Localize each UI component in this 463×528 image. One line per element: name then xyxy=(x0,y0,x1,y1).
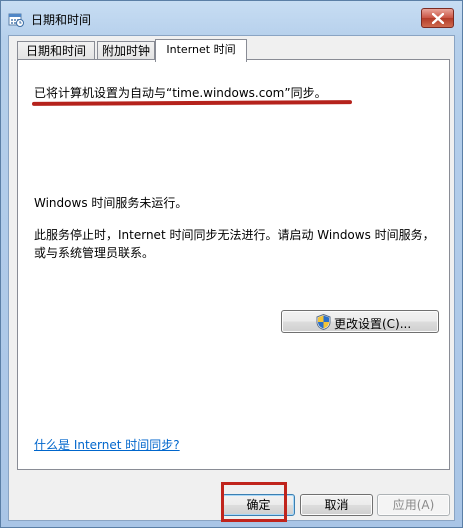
tab-additional-clocks[interactable]: 附加时钟 xyxy=(97,41,155,60)
clock-calendar-icon xyxy=(8,11,24,27)
red-underline-annotation xyxy=(31,100,353,106)
service-status-text: Windows 时间服务未运行。 xyxy=(34,196,188,210)
cancel-button[interactable]: 取消 xyxy=(300,494,373,516)
tab-internet-time[interactable]: Internet 时间 xyxy=(155,39,247,62)
change-settings-button[interactable]: 更改设置(C)... xyxy=(281,310,439,333)
internet-time-help-link[interactable]: 什么是 Internet 时间同步? xyxy=(34,436,180,453)
title-bar[interactable]: 日期和时间 xyxy=(1,1,462,35)
service-note-line-1: 此服务停止时，Internet 时间同步无法进行。请启动 Windows 时间服… xyxy=(34,228,435,242)
uac-shield-icon xyxy=(316,313,331,333)
change-settings-label: 更改设置(C)... xyxy=(334,317,412,331)
dialog-window: 日期和时间 日期和时间 附加时钟 Internet 时间 已将计算机设置为自动与… xyxy=(0,0,463,528)
dialog-body: 日期和时间 附加时钟 Internet 时间 已将计算机设置为自动与“time.… xyxy=(8,35,455,522)
service-note-line-2: 或与系统管理员联系。 xyxy=(34,246,155,260)
window-title: 日期和时间 xyxy=(31,13,92,27)
tab-date-time[interactable]: 日期和时间 xyxy=(17,41,95,60)
internet-time-panel: 已将计算机设置为自动与“time.windows.com”同步。 Windows… xyxy=(17,59,450,470)
sync-status-text: 已将计算机设置为自动与“time.windows.com”同步。 xyxy=(34,86,327,100)
close-icon xyxy=(432,13,444,24)
close-button[interactable] xyxy=(421,8,454,28)
apply-button[interactable]: 应用(A) xyxy=(377,494,450,516)
red-box-annotation xyxy=(221,482,287,522)
